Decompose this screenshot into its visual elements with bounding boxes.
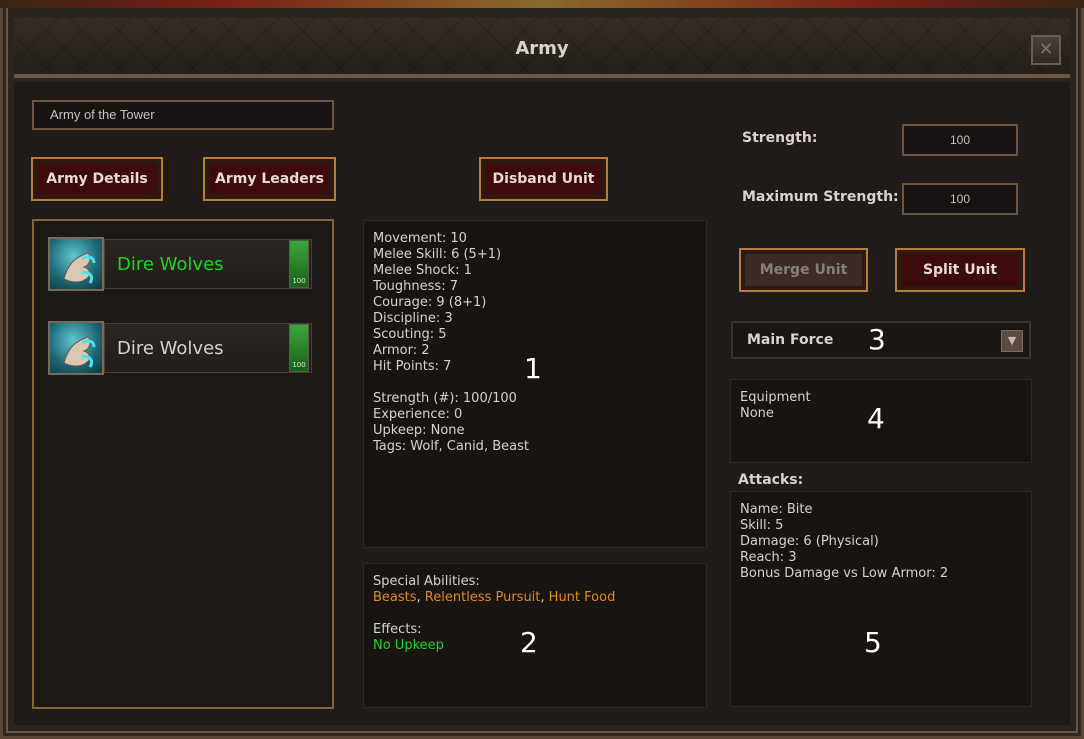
ability-link[interactable]: Beasts bbox=[373, 590, 417, 605]
army-name-field[interactable]: Army of the Tower bbox=[32, 100, 334, 130]
unit-list: Dire Wolves 100 Dire Wolves 100 bbox=[32, 219, 334, 709]
unit-list-item[interactable]: Dire Wolves 100 bbox=[48, 321, 312, 375]
effects-heading: Effects: bbox=[373, 622, 422, 637]
attack-lines: Name: Bite Skill: 5 Damage: 6 (Physical) Re… bbox=[740, 502, 1031, 582]
attacks-heading: Attacks: bbox=[738, 472, 804, 488]
stat-line: Courage: 9 (8+1) bbox=[373, 295, 487, 310]
army-details-button[interactable]: Army Details bbox=[31, 157, 163, 201]
unit-strength-value: 100 bbox=[292, 277, 306, 285]
equipment-value: None bbox=[740, 406, 774, 421]
abilities-heading: Special Abilities: bbox=[373, 574, 480, 589]
unit-bar: Dire Wolves 100 bbox=[104, 239, 312, 289]
title-bar: Army bbox=[14, 18, 1070, 78]
strength-field: 100 bbox=[902, 124, 1018, 156]
wolf-paw-icon bbox=[48, 237, 104, 291]
strength-label: Strength: bbox=[742, 130, 818, 146]
stat-line: Melee Shock: 1 bbox=[373, 263, 472, 278]
marker-5: 5 bbox=[864, 626, 882, 659]
stat-line: Movement: 10 bbox=[373, 231, 467, 246]
window-title: Army bbox=[515, 38, 569, 59]
group-dropdown-value: Main Force bbox=[747, 332, 834, 348]
stat-line: Scouting: 5 bbox=[373, 327, 447, 342]
max-strength-field: 100 bbox=[902, 183, 1018, 215]
attacks-panel: Name: Bite Skill: 5 Damage: 6 (Physical) Re… bbox=[730, 491, 1032, 707]
unit-bar: Dire Wolves 100 bbox=[104, 323, 312, 373]
unit-strength-bar: 100 bbox=[289, 324, 309, 372]
stat-line: Melee Skill: 6 (5+1) bbox=[373, 247, 502, 262]
unit-list-item[interactable]: Dire Wolves 100 bbox=[48, 237, 312, 291]
army-leaders-button[interactable]: Army Leaders bbox=[203, 157, 336, 201]
stat-line: Toughness: 7 bbox=[373, 279, 458, 294]
ability-link[interactable]: Hunt Food bbox=[549, 590, 616, 605]
stat-line: Discipline: 3 bbox=[373, 311, 453, 326]
top-decoration bbox=[0, 0, 1084, 8]
chevron-down-icon[interactable]: ▼ bbox=[1001, 330, 1023, 352]
stat-line: Upkeep: None bbox=[373, 423, 465, 438]
effects-value: No Upkeep bbox=[373, 638, 444, 653]
unit-strength-value: 100 bbox=[292, 361, 306, 369]
merge-unit-button[interactable]: Merge Unit bbox=[739, 248, 868, 292]
close-icon[interactable]: ✕ bbox=[1031, 35, 1061, 65]
attack-line: Reach: 3 bbox=[740, 550, 797, 565]
attack-line: Bonus Damage vs Low Armor: 2 bbox=[740, 566, 949, 581]
ability-link[interactable]: Relentless Pursuit bbox=[425, 590, 541, 605]
unit-name: Dire Wolves bbox=[117, 254, 224, 275]
attack-line: Damage: 6 (Physical) bbox=[740, 534, 879, 549]
marker-1: 1 bbox=[524, 352, 542, 385]
marker-4: 4 bbox=[867, 402, 885, 435]
wolf-paw-icon bbox=[48, 321, 104, 375]
marker-3: 3 bbox=[868, 323, 886, 356]
max-strength-label: Maximum Strength: bbox=[742, 189, 899, 205]
stats-lines: Movement: 10 Melee Skill: 6 (5+1) Melee Sh… bbox=[373, 231, 706, 455]
stat-line: Strength (#): 100/100 bbox=[373, 391, 517, 406]
unit-strength-bar: 100 bbox=[289, 240, 309, 288]
equipment-heading: Equipment bbox=[740, 390, 811, 405]
stat-line: Experience: 0 bbox=[373, 407, 463, 422]
marker-2: 2 bbox=[520, 626, 538, 659]
unit-name: Dire Wolves bbox=[117, 338, 224, 359]
attack-line: Skill: 5 bbox=[740, 518, 784, 533]
disband-unit-button[interactable]: Disband Unit bbox=[479, 157, 608, 201]
split-unit-button[interactable]: Split Unit bbox=[895, 248, 1025, 292]
stat-line: Tags: Wolf, Canid, Beast bbox=[373, 439, 529, 454]
attack-line: Name: Bite bbox=[740, 502, 813, 517]
abilities-list: Beasts, Relentless Pursuit, Hunt Food bbox=[373, 590, 616, 605]
